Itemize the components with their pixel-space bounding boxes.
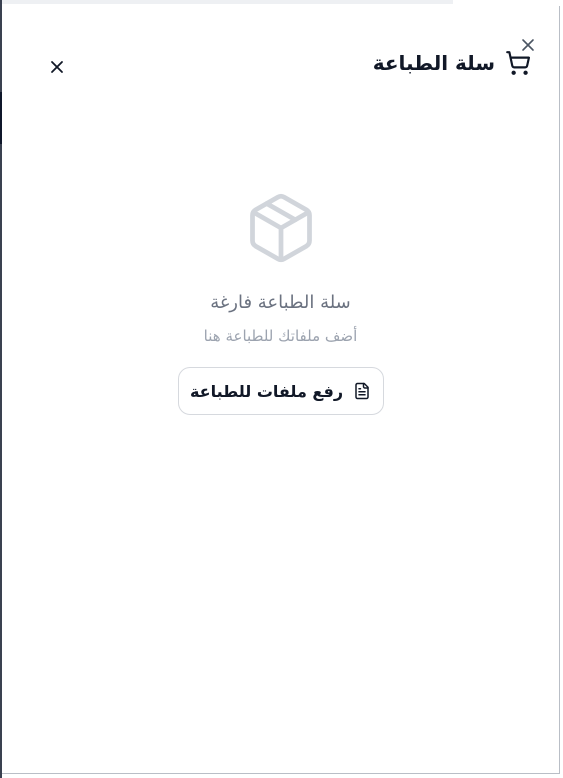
package-icon	[243, 186, 319, 270]
shopping-cart-icon	[505, 50, 531, 76]
upload-files-button[interactable]: رفع ملفات للطباعة	[177, 367, 384, 415]
drawer-header: سلة الطباعة	[2, 42, 559, 92]
print-cart-drawer: سلة الطباعة سلة الطباعة فارغة أضف ملفاتك…	[2, 6, 560, 774]
background-strip	[0, 0, 453, 4]
drawer-close-button[interactable]	[46, 56, 68, 78]
file-text-icon	[353, 381, 371, 401]
screen: سلة الطباعة سلة الطباعة فارغة أضف ملفاتك…	[0, 0, 563, 778]
empty-cart-state: سلة الطباعة فارغة أضف ملفاتك للطباعة هنا…	[2, 186, 559, 415]
page-title: سلة الطباعة	[372, 51, 495, 75]
close-icon	[51, 61, 63, 73]
empty-cart-subtitle: أضف ملفاتك للطباعة هنا	[203, 327, 358, 345]
empty-cart-title: سلة الطباعة فارغة	[210, 292, 351, 313]
upload-files-label: رفع ملفات للطباعة	[189, 381, 344, 401]
header-title-group: سلة الطباعة	[373, 50, 531, 76]
